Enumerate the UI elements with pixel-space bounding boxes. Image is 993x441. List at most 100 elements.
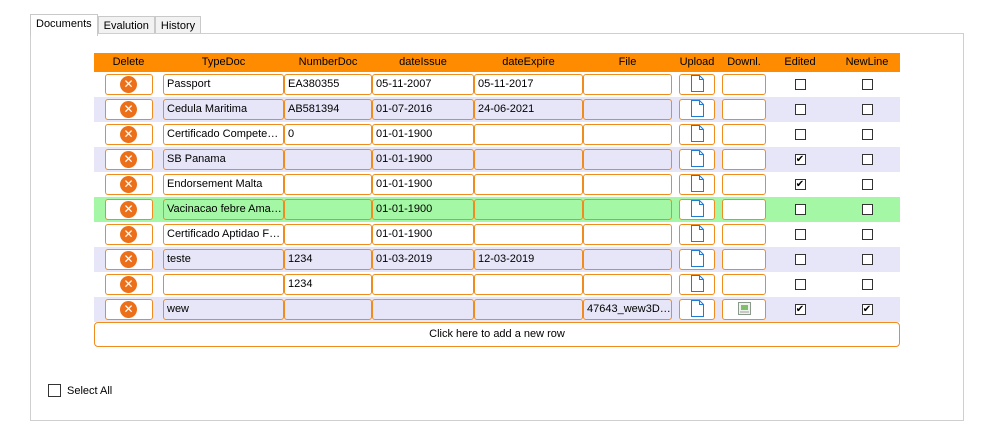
typedoc-cell[interactable]: wew <box>163 299 284 320</box>
numberdoc-cell[interactable] <box>284 224 372 245</box>
upload-button[interactable] <box>679 124 715 145</box>
tab-documents[interactable]: Documents <box>30 14 98 36</box>
dateexpire-cell[interactable] <box>474 174 583 195</box>
typedoc-cell[interactable]: SB Panama <box>163 149 284 170</box>
download-button[interactable] <box>722 299 766 320</box>
typedoc-cell[interactable] <box>163 274 284 295</box>
edited-checkbox[interactable] <box>794 204 806 215</box>
newline-checkbox[interactable] <box>861 129 873 140</box>
dateissue-cell[interactable]: 05-11-2007 <box>372 74 474 95</box>
newline-checkbox[interactable] <box>861 254 873 265</box>
numberdoc-cell[interactable]: EA380355 <box>284 74 372 95</box>
upload-button[interactable] <box>679 274 715 295</box>
upload-button[interactable] <box>679 224 715 245</box>
file-cell[interactable] <box>583 199 672 220</box>
delete-row-button[interactable]: ✕ <box>104 149 153 170</box>
numberdoc-cell[interactable] <box>284 174 372 195</box>
newline-checkbox[interactable] <box>861 154 873 165</box>
upload-button[interactable] <box>679 249 715 270</box>
download-button[interactable] <box>722 274 766 295</box>
dateissue-cell[interactable]: 01-01-1900 <box>372 149 474 170</box>
delete-row-button[interactable]: ✕ <box>104 124 153 145</box>
table-row[interactable]: ✕ Passport EA380355 05-11-2007 05-11-2017 <box>94 72 900 97</box>
upload-button[interactable] <box>679 199 715 220</box>
numberdoc-cell[interactable]: AB581394 <box>284 99 372 120</box>
dateissue-cell[interactable]: 01-01-1900 <box>372 224 474 245</box>
header-typedoc[interactable]: TypeDoc <box>163 53 284 72</box>
delete-row-button[interactable]: ✕ <box>104 224 153 245</box>
dateexpire-cell[interactable] <box>474 149 583 170</box>
dateexpire-cell[interactable] <box>474 224 583 245</box>
table-row[interactable]: ✕ 1234 <box>94 272 900 297</box>
typedoc-cell[interactable]: Certificado Compete… <box>163 124 284 145</box>
add-row-button[interactable]: Click here to add a new row <box>94 322 900 347</box>
table-row[interactable]: ✕ wew 47643_wew3D… ✔ ✔ <box>94 297 900 322</box>
download-button[interactable] <box>722 149 766 170</box>
header-dateexpire[interactable]: dateExpire <box>474 53 583 72</box>
table-row[interactable]: ✕ SB Panama 01-01-1900 ✔ <box>94 147 900 172</box>
header-upload[interactable]: Upload <box>672 53 722 72</box>
dateissue-cell[interactable]: 01-01-1900 <box>372 199 474 220</box>
file-cell[interactable] <box>583 124 672 145</box>
table-row[interactable]: ✕ Certificado Aptidao F… 01-01-1900 <box>94 222 900 247</box>
dateexpire-cell[interactable]: 05-11-2017 <box>474 74 583 95</box>
download-button[interactable] <box>722 224 766 245</box>
numberdoc-cell[interactable]: 1234 <box>284 249 372 270</box>
file-cell[interactable]: 47643_wew3D… <box>583 299 672 320</box>
select-all-checkbox[interactable] <box>48 384 61 397</box>
newline-checkbox[interactable] <box>861 229 873 240</box>
delete-row-button[interactable]: ✕ <box>104 199 153 220</box>
delete-row-button[interactable]: ✕ <box>104 74 153 95</box>
edited-checkbox[interactable] <box>794 129 806 140</box>
edited-checkbox[interactable]: ✔ <box>794 179 806 190</box>
file-cell[interactable] <box>583 249 672 270</box>
dateissue-cell[interactable]: 01-01-1900 <box>372 124 474 145</box>
download-button[interactable] <box>722 124 766 145</box>
delete-row-button[interactable]: ✕ <box>104 274 153 295</box>
delete-row-button[interactable]: ✕ <box>104 99 153 120</box>
download-button[interactable] <box>722 174 766 195</box>
delete-row-button[interactable]: ✕ <box>104 249 153 270</box>
table-row[interactable]: ✕ teste 1234 01-03-2019 12-03-2019 <box>94 247 900 272</box>
table-row[interactable]: ✕ Cedula Maritima AB581394 01-07-2016 24-06-… <box>94 97 900 122</box>
header-download[interactable]: Downl. <box>722 53 766 72</box>
typedoc-cell[interactable]: Vacinacao febre Ama… <box>163 199 284 220</box>
select-all[interactable]: Select All <box>48 384 112 397</box>
newline-checkbox[interactable] <box>861 104 873 115</box>
header-newline[interactable]: NewLine <box>834 53 900 72</box>
edited-checkbox[interactable] <box>794 254 806 265</box>
dateexpire-cell[interactable] <box>474 199 583 220</box>
edited-checkbox[interactable]: ✔ <box>794 304 806 315</box>
download-button[interactable] <box>722 74 766 95</box>
dateissue-cell[interactable] <box>372 274 474 295</box>
upload-button[interactable] <box>679 99 715 120</box>
edited-checkbox[interactable] <box>794 279 806 290</box>
numberdoc-cell[interactable]: 0 <box>284 124 372 145</box>
numberdoc-cell[interactable] <box>284 299 372 320</box>
dateexpire-cell[interactable] <box>474 274 583 295</box>
numberdoc-cell[interactable] <box>284 149 372 170</box>
download-button[interactable] <box>722 99 766 120</box>
edited-checkbox[interactable] <box>794 229 806 240</box>
header-delete[interactable]: Delete <box>94 53 163 72</box>
dateissue-cell[interactable]: 01-01-1900 <box>372 174 474 195</box>
file-cell[interactable] <box>583 74 672 95</box>
table-row[interactable]: ✕ Endorsement Malta 01-01-1900 ✔ <box>94 172 900 197</box>
dateexpire-cell[interactable] <box>474 299 583 320</box>
file-cell[interactable] <box>583 99 672 120</box>
typedoc-cell[interactable]: teste <box>163 249 284 270</box>
newline-checkbox[interactable] <box>861 79 873 90</box>
typedoc-cell[interactable]: Cedula Maritima <box>163 99 284 120</box>
edited-checkbox[interactable] <box>794 79 806 90</box>
dateissue-cell[interactable] <box>372 299 474 320</box>
upload-button[interactable] <box>679 74 715 95</box>
newline-checkbox[interactable] <box>861 279 873 290</box>
header-file[interactable]: File <box>583 53 672 72</box>
edited-checkbox[interactable]: ✔ <box>794 154 806 165</box>
dateexpire-cell[interactable]: 12-03-2019 <box>474 249 583 270</box>
upload-button[interactable] <box>679 174 715 195</box>
file-cell[interactable] <box>583 149 672 170</box>
edited-checkbox[interactable] <box>794 104 806 115</box>
download-button[interactable] <box>722 249 766 270</box>
table-row[interactable]: ✕ Certificado Compete… 0 01-01-1900 <box>94 122 900 147</box>
